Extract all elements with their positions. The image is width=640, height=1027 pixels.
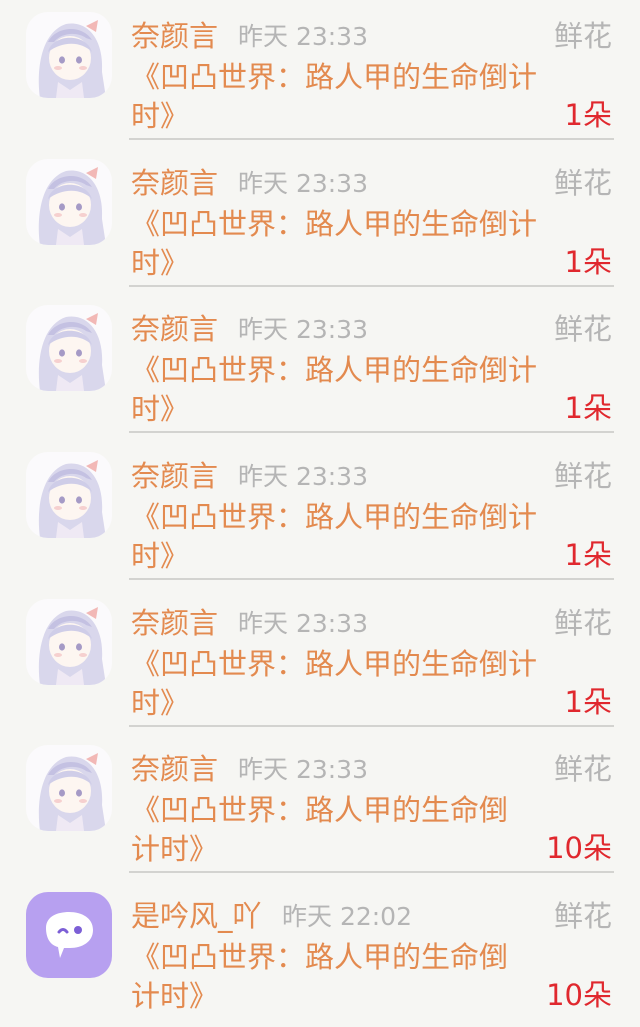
sender-name[interactable]: 奈颜言: [131, 163, 218, 203]
divider: [129, 285, 614, 287]
anime-girl-avatar-icon[interactable]: [26, 12, 112, 98]
gift-count: 1朵: [564, 685, 612, 719]
book-title[interactable]: 《凹凸世界：路人甲的生命倒计时》: [131, 58, 561, 136]
divider: [129, 871, 614, 873]
anime-girl-avatar-icon[interactable]: [26, 305, 112, 391]
gift-count: 10朵: [546, 978, 612, 1012]
gift-count: 1朵: [564, 98, 612, 132]
gift-count: 1朵: [564, 538, 612, 572]
chat-bubble-avatar-icon[interactable]: [26, 892, 112, 978]
gift-count: 10朵: [546, 831, 612, 865]
send-time: 昨天 23:33: [238, 315, 368, 344]
divider: [129, 431, 614, 433]
book-title[interactable]: 《凹凸世界：路人甲的生命倒计时》: [131, 645, 561, 723]
list-item[interactable]: 奈颜言 昨天 23:33 鲜花 《凹凸世界：路人甲的生命倒计时》 1朵: [0, 587, 640, 734]
sender-name[interactable]: 奈颜言: [131, 456, 218, 496]
sender-name[interactable]: 奈颜言: [131, 749, 218, 789]
list-item[interactable]: 是吟风_吖 昨天 22:02 鲜花 《凹凸世界：路人甲的生命倒计时》 10朵: [0, 880, 640, 1027]
gift-type: 鲜花: [553, 606, 612, 640]
anime-girl-avatar-icon[interactable]: [26, 452, 112, 538]
book-title[interactable]: 《凹凸世界：路人甲的生命倒计时》: [131, 498, 561, 576]
gift-type: 鲜花: [553, 166, 612, 200]
anime-girl-avatar-icon[interactable]: [26, 745, 112, 831]
list-item[interactable]: 奈颜言 昨天 23:33 鲜花 《凹凸世界：路人甲的生命倒计时》 10朵: [0, 733, 640, 880]
sender-name[interactable]: 奈颜言: [131, 16, 218, 56]
list-item[interactable]: 奈颜言 昨天 23:33 鲜花 《凹凸世界：路人甲的生命倒计时》 1朵: [0, 440, 640, 587]
gift-type: 鲜花: [553, 899, 612, 933]
sender-name[interactable]: 奈颜言: [131, 309, 218, 349]
list-item[interactable]: 奈颜言 昨天 23:33 鲜花 《凹凸世界：路人甲的生命倒计时》 1朵: [0, 147, 640, 294]
gift-type: 鲜花: [553, 312, 612, 346]
sender-name[interactable]: 是吟风_吖: [131, 896, 262, 936]
gift-count: 1朵: [564, 245, 612, 279]
anime-girl-avatar-icon[interactable]: [26, 599, 112, 685]
sender-name[interactable]: 奈颜言: [131, 603, 218, 643]
gift-record-list: 奈颜言 昨天 23:33 鲜花 《凹凸世界：路人甲的生命倒计时》 1朵 奈颜言: [0, 0, 640, 1023]
anime-girl-avatar-icon[interactable]: [26, 159, 112, 245]
send-time: 昨天 23:33: [238, 755, 368, 784]
send-time: 昨天 23:33: [238, 169, 368, 198]
divider: [129, 138, 614, 140]
book-title[interactable]: 《凹凸世界：路人甲的生命倒计时》: [131, 938, 531, 1016]
gift-type: 鲜花: [553, 19, 612, 53]
send-time: 昨天 23:33: [238, 609, 368, 638]
book-title[interactable]: 《凹凸世界：路人甲的生命倒计时》: [131, 205, 561, 283]
send-time: 昨天 23:33: [238, 462, 368, 491]
divider: [129, 578, 614, 580]
list-item[interactable]: 奈颜言 昨天 23:33 鲜花 《凹凸世界：路人甲的生命倒计时》 1朵: [0, 293, 640, 440]
list-item[interactable]: 奈颜言 昨天 23:33 鲜花 《凹凸世界：路人甲的生命倒计时》 1朵: [0, 0, 640, 147]
gift-count: 1朵: [564, 391, 612, 425]
send-time: 昨天 22:02: [282, 902, 412, 931]
book-title[interactable]: 《凹凸世界：路人甲的生命倒计时》: [131, 351, 561, 429]
divider: [129, 725, 614, 727]
gift-type: 鲜花: [553, 459, 612, 493]
book-title[interactable]: 《凹凸世界：路人甲的生命倒计时》: [131, 791, 531, 869]
gift-type: 鲜花: [553, 752, 612, 786]
send-time: 昨天 23:33: [238, 22, 368, 51]
